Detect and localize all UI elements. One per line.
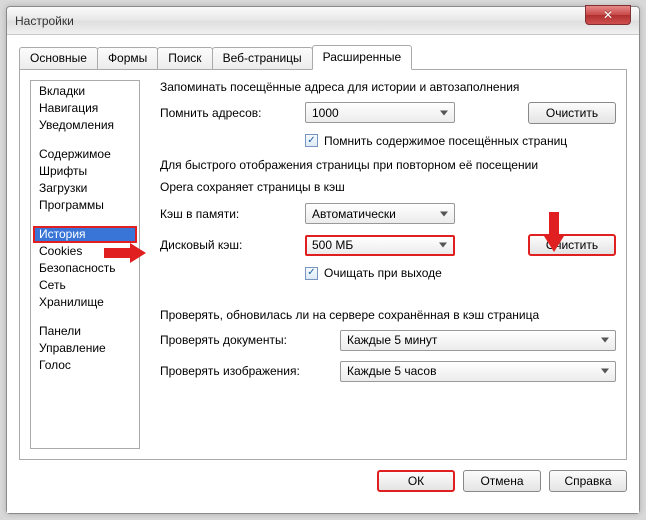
cancel-button[interactable]: Отмена — [463, 470, 541, 492]
sidebar-item-history[interactable]: История — [33, 226, 137, 243]
settings-window: Настройки ✕ Основные Формы Поиск Веб-стр… — [6, 6, 640, 514]
history-pane: Запоминать посещённые адреса для истории… — [140, 80, 616, 449]
close-button[interactable]: ✕ — [585, 5, 631, 25]
clear-on-exit-checkbox[interactable]: ✓ — [305, 267, 318, 280]
tab-forms[interactable]: Формы — [97, 47, 158, 69]
checkdocs-label: Проверять документы: — [160, 333, 340, 347]
sidebar-item-network[interactable]: Сеть — [33, 277, 137, 294]
chevron-down-icon — [601, 338, 609, 343]
help-button[interactable]: Справка — [549, 470, 627, 492]
tab-basic[interactable]: Основные — [19, 47, 98, 69]
remember-content-checkbox[interactable]: ✓ — [305, 134, 318, 147]
cache-desc-1: Для быстрого отображения страницы при по… — [160, 158, 616, 174]
history-desc: Запоминать посещённые адреса для истории… — [160, 80, 616, 96]
checkdocs-row: Проверять документы: Каждые 5 минут — [160, 330, 616, 351]
dialog-footer: ОК Отмена Справка — [19, 460, 627, 492]
memcache-row: Кэш в памяти: Автоматически — [160, 203, 616, 224]
clear-diskcache-button[interactable]: Очистить — [528, 234, 616, 256]
sidebar-item-security[interactable]: Безопасность — [33, 260, 137, 277]
checkdocs-dropdown[interactable]: Каждые 5 минут — [340, 330, 616, 351]
annotation-arrow-right-icon — [130, 243, 146, 263]
chevron-down-icon — [440, 110, 448, 115]
sidebar-item-notifications[interactable]: Уведомления — [33, 117, 137, 134]
clear-addresses-button[interactable]: Очистить — [528, 102, 616, 124]
remember-addresses-dropdown[interactable]: 1000 — [305, 102, 455, 123]
diskcache-label: Дисковый кэш: — [160, 238, 305, 252]
sidebar-item-fonts[interactable]: Шрифты — [33, 163, 137, 180]
client-area: Основные Формы Поиск Веб-страницы Расшир… — [7, 35, 639, 513]
titlebar: Настройки ✕ — [7, 7, 639, 35]
sidebar-item-voice[interactable]: Голос — [33, 357, 137, 374]
checkimgs-dropdown[interactable]: Каждые 5 часов — [340, 361, 616, 382]
sidebar-item-tabs[interactable]: Вкладки — [33, 83, 137, 100]
sidebar-item-content[interactable]: Содержимое — [33, 146, 137, 163]
revalidate-desc: Проверять, обновилась ли на сервере сохр… — [160, 308, 616, 324]
ok-button[interactable]: ОК — [377, 470, 455, 492]
remember-label: Помнить адресов: — [160, 106, 305, 120]
tabstrip: Основные Формы Поиск Веб-страницы Расшир… — [19, 45, 627, 70]
memcache-dropdown[interactable]: Автоматически — [305, 203, 455, 224]
sidebar-item-panels[interactable]: Панели — [33, 323, 137, 340]
close-icon: ✕ — [603, 8, 613, 22]
chevron-down-icon — [601, 369, 609, 374]
sidebar-item-storage[interactable]: Хранилище — [33, 294, 137, 311]
sidebar-item-navigation[interactable]: Навигация — [33, 100, 137, 117]
sidebar: Вкладки Навигация Уведомления Содержимое… — [30, 80, 140, 449]
window-title: Настройки — [15, 14, 74, 28]
sidebar-item-manage[interactable]: Управление — [33, 340, 137, 357]
remember-content-label: Помнить содержимое посещённых страниц — [324, 134, 567, 148]
sidebar-item-programs[interactable]: Программы — [33, 197, 137, 214]
tab-search[interactable]: Поиск — [157, 47, 212, 69]
sidebar-item-downloads[interactable]: Загрузки — [33, 180, 137, 197]
memcache-label: Кэш в памяти: — [160, 207, 305, 221]
tab-body: Вкладки Навигация Уведомления Содержимое… — [19, 70, 627, 460]
annotation-arrow-down-icon — [544, 236, 564, 252]
checkimgs-label: Проверять изображения: — [160, 364, 340, 378]
diskcache-dropdown[interactable]: 500 МБ — [305, 235, 455, 256]
cache-desc-2: Opera сохраняет страницы в кэш — [160, 180, 616, 196]
tab-webpages[interactable]: Веб-страницы — [212, 47, 313, 69]
chevron-down-icon — [439, 243, 447, 248]
checkimgs-row: Проверять изображения: Каждые 5 часов — [160, 361, 616, 382]
clear-on-exit-row: ✓ Очищать при выходе — [305, 266, 616, 280]
tab-advanced[interactable]: Расширенные — [312, 45, 413, 70]
clear-on-exit-label: Очищать при выходе — [324, 266, 442, 280]
remember-content-row: ✓ Помнить содержимое посещённых страниц — [305, 134, 616, 148]
chevron-down-icon — [440, 211, 448, 216]
remember-row: Помнить адресов: 1000 Очистить — [160, 102, 616, 124]
